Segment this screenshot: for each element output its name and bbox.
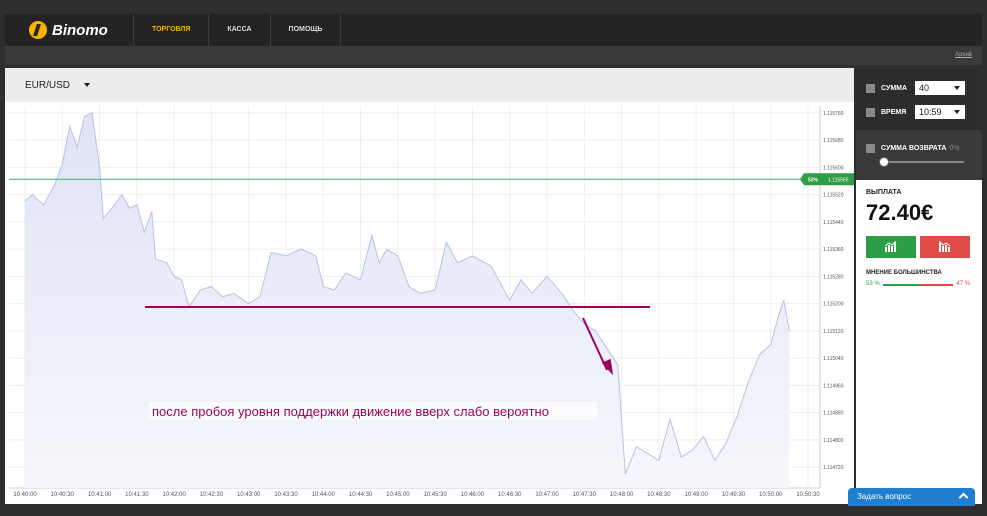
- price-area: [25, 112, 790, 488]
- price-tag-value: 1.115565: [828, 177, 849, 183]
- brand-logo[interactable]: Binomo: [29, 21, 108, 39]
- x-tick-label: 10:50:30: [796, 492, 820, 498]
- chart-down-icon: [939, 241, 951, 252]
- x-tick-label: 10:46:00: [461, 492, 485, 498]
- ask-question-label: Задать вопрос: [857, 492, 912, 501]
- chevron-down-icon[interactable]: [84, 83, 90, 87]
- x-tick-label: 10:48:30: [647, 492, 671, 498]
- x-tick-label: 10:40:00: [13, 492, 37, 498]
- y-tick-label: 1.114880: [823, 411, 844, 417]
- amount-row: СУММА 40: [866, 80, 965, 96]
- return-percent: 0%: [949, 145, 960, 152]
- majority-label: МНЕНИЕ БОЛЬШИНСТВА: [866, 270, 942, 276]
- x-tick-label: 10:43:30: [274, 492, 298, 498]
- x-tick-label: 10:49:00: [684, 492, 708, 498]
- asset-selector[interactable]: EUR/USD: [25, 80, 70, 91]
- majority-up-bar: [883, 284, 920, 286]
- x-tick-label: 10:46:30: [498, 492, 522, 498]
- x-tick-label: 10:44:30: [349, 492, 373, 498]
- return-label: СУММА ВОЗВРАТА: [881, 145, 947, 152]
- amount-select[interactable]: 40: [915, 81, 965, 95]
- app-frame: Binomo ТОРГОВЛЯ КАССА ПОМОЩЬ Архив EUR/U…: [0, 0, 987, 516]
- nav-help[interactable]: ПОМОЩЬ: [269, 14, 342, 46]
- chart-header: EUR/USD: [5, 68, 854, 102]
- payout-section: ВЫПЛАТА 72.40€ МНЕНИЕ БОЛЬШИНСТВА 53 % 4…: [856, 180, 982, 504]
- time-row: ВРЕМЯ 10:59: [866, 104, 965, 120]
- top-bar: Binomo ТОРГОВЛЯ КАССА ПОМОЩЬ: [5, 14, 982, 47]
- return-label-row: СУММА ВОЗВРАТА 0%: [866, 144, 960, 153]
- y-tick-label: 1.115760: [823, 111, 844, 117]
- ask-question-button[interactable]: Задать вопрос: [848, 488, 975, 506]
- x-tick-label: 10:42:00: [162, 492, 186, 498]
- chart-up-icon: [885, 241, 897, 252]
- y-tick-label: 1.115520: [823, 193, 844, 199]
- y-tick-label: 1.114720: [823, 465, 844, 471]
- y-tick-label: 1.115040: [823, 356, 844, 362]
- nav-cashier[interactable]: КАССА: [208, 14, 269, 46]
- trade-sidebar: СУММА 40 ВРЕМЯ 10:59 СУММА ВОЗВРАТА 0% В…: [856, 68, 982, 504]
- payout-label: ВЫПЛАТА: [866, 189, 902, 196]
- x-tick-label: 10:50:00: [759, 492, 783, 498]
- x-tick-label: 10:41:00: [88, 492, 112, 498]
- majority-up-percent: 53 %: [866, 281, 880, 287]
- return-slider-track[interactable]: [884, 161, 964, 163]
- annotation-text: после пробоя уровня поддержки движение в…: [152, 404, 549, 419]
- archive-link[interactable]: Архив: [955, 52, 972, 58]
- payout-value: 72.40€: [866, 200, 934, 225]
- return-section: СУММА ВОЗВРАТА 0%: [856, 130, 982, 180]
- y-tick-label: 1.114800: [823, 438, 844, 444]
- y-tick-label: 1.114960: [823, 383, 844, 389]
- x-tick-label: 10:41:30: [125, 492, 149, 498]
- y-tick-label: 1.115200: [823, 302, 844, 308]
- call-button[interactable]: [866, 236, 916, 258]
- chart-panel: EUR/USD 1.115760 1.115680 1.115600 1.115520…: [5, 68, 854, 504]
- price-chart[interactable]: 1.115760 1.115680 1.115600 1.115520 1.115440…: [5, 102, 854, 504]
- clock-icon: [866, 107, 875, 117]
- y-tick-label: 1.115680: [823, 138, 844, 144]
- time-label: ВРЕМЯ: [881, 108, 907, 116]
- return-icon: [866, 144, 875, 153]
- x-tick-label: 10:44:00: [312, 492, 336, 498]
- time-select[interactable]: 10:59: [915, 105, 965, 119]
- x-tick-label: 10:47:00: [535, 492, 559, 498]
- return-slider-handle[interactable]: [879, 157, 889, 167]
- x-tick-label: 10:49:30: [722, 492, 746, 498]
- brand-name: Binomo: [52, 21, 108, 39]
- x-tick-label: 10:40:30: [51, 492, 75, 498]
- y-tick-label: 1.115440: [823, 220, 844, 226]
- price-tag-percent: 53%: [808, 177, 819, 183]
- main-nav: ТОРГОВЛЯ КАССА ПОМОЩЬ: [133, 14, 342, 46]
- majority-down-percent: 47 %: [956, 281, 970, 287]
- x-tick-label: 10:47:30: [573, 492, 597, 498]
- sub-bar: Архив: [5, 47, 982, 65]
- y-tick-label: 1.115360: [823, 247, 844, 253]
- y-tick-label: 1.115280: [823, 274, 844, 280]
- majority-bar: 53 % 47 %: [866, 281, 970, 289]
- wallet-icon: [866, 83, 875, 93]
- put-button[interactable]: [920, 236, 970, 258]
- chevron-up-icon: [958, 492, 969, 503]
- nav-trading[interactable]: ТОРГОВЛЯ: [133, 14, 208, 46]
- x-tick-label: 10:45:30: [423, 492, 447, 498]
- x-tick-label: 10:42:30: [200, 492, 224, 498]
- x-tick-label: 10:43:00: [237, 492, 261, 498]
- y-tick-label: 1.115600: [823, 165, 844, 171]
- x-tick-label: 10:45:00: [386, 492, 410, 498]
- majority-down-bar: [920, 284, 953, 286]
- x-tick-label: 10:48:00: [610, 492, 634, 498]
- amount-label: СУММА: [881, 84, 908, 92]
- logo-icon: [29, 21, 47, 39]
- y-tick-label: 1.115120: [823, 329, 844, 335]
